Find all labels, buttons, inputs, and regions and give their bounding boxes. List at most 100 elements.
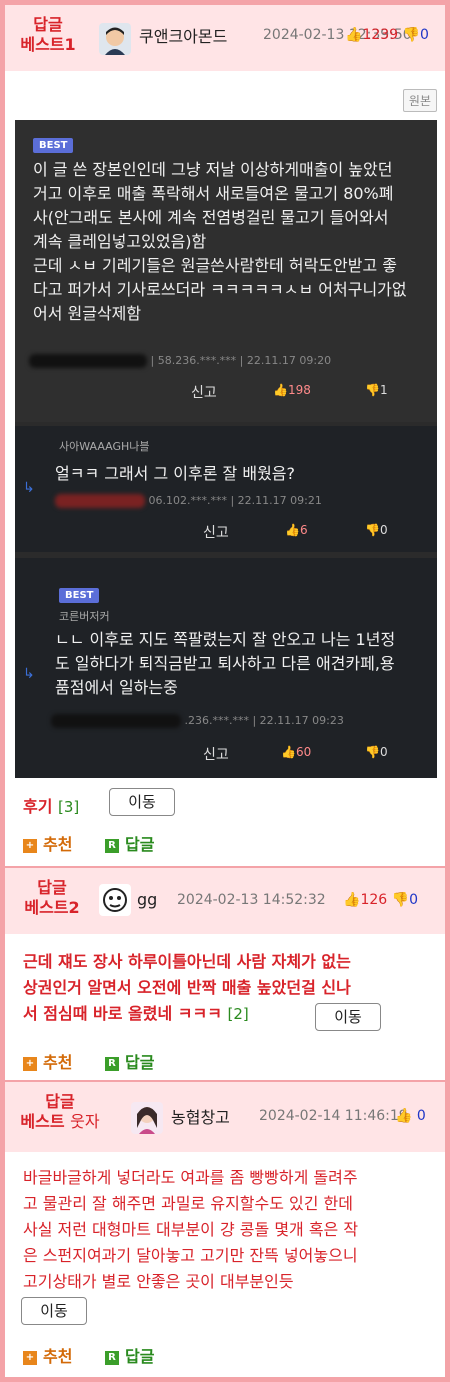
avatar[interactable] <box>99 884 131 916</box>
vote-counts: 👍 0 <box>395 1108 426 1124</box>
comment-header: 답글 베스트2 gg 2024-02-13 14:52:32 👍126 👎0 <box>5 868 445 934</box>
recommend-button[interactable]: + 추천 <box>23 1049 72 1073</box>
dislike-count: 0 <box>379 523 388 537</box>
vote-counts: 👍1239 👎0 <box>345 27 429 43</box>
plus-icon: + <box>23 838 37 853</box>
reply-item: ↳ BEST 코른버저커 ㄴㄴ 이후로 지도 쪽팔렸는지 잘 안오고 나는 1년… <box>15 558 437 778</box>
thumbs-down-icon: 👎 <box>365 383 380 397</box>
reply-meta: .236.***.*** | 22.11.17 09:23 <box>51 714 344 728</box>
nickname[interactable]: 농협창고 <box>171 1104 230 1128</box>
body-line: 계속 클레임넣고있었음)함 <box>33 232 207 251</box>
comment-header: 답글 베스트1 쿠앤크아몬드 2024-02-13 12:39:50 👍1239… <box>5 5 445 71</box>
label-line: 답글 <box>33 15 63 34</box>
body-line: 고 물관리 잘 해주면 과밀로 유지할수도 있긴 한데 <box>23 1194 354 1213</box>
thumbs-up-icon: 👍 <box>281 745 296 759</box>
body-line: ㄴㄴ 이후로 지도 쪽팔렸는지 잘 안오고 나는 1년정 <box>55 630 396 649</box>
reply-r-icon: R <box>105 1056 119 1071</box>
nickname[interactable]: gg <box>137 890 157 909</box>
dislike-button[interactable]: 👎1 <box>365 383 388 397</box>
label-sub: 웃자 <box>70 1112 100 1131</box>
thumbs-up-icon[interactable]: 👍 <box>395 1108 412 1124</box>
label-line: 베스트 웃자 <box>15 1112 105 1132</box>
comment-meta: | 58.236.***.*** | 22.11.17 09:20 <box>29 354 331 368</box>
best-label: 답글 베스트1 <box>13 15 83 55</box>
timestamp: 2024-02-14 11:46:19 <box>259 1108 408 1124</box>
label-line: 답글 <box>45 1092 75 1111</box>
redacted-mark <box>51 714 181 728</box>
reply-body: 얼ㅋㅋ 그래서 그 이후론 잘 배웠음? <box>55 462 425 486</box>
body-line: 근데 ㅅㅂ 기레기들은 원글쓴사람한테 허락도안받고 좋 <box>33 256 397 275</box>
reply-author: 사아WAAAGH나블 <box>59 440 150 453</box>
body-line: 품점에서 일하는중 <box>55 678 178 697</box>
avatar[interactable] <box>131 1102 163 1134</box>
body-line: 어서 원글삭제함 <box>33 304 142 323</box>
body-line: 바글바글하게 넣더라도 여과를 좀 빵빵하게 돌려주 <box>23 1168 358 1187</box>
reply-item: ↳ 사아WAAAGH나블 얼ㅋㅋ 그래서 그 이후론 잘 배웠음? 06.102… <box>15 426 437 552</box>
meta-text: 06.102.***.*** | 22.11.17 09:21 <box>148 494 322 507</box>
nickname[interactable]: 쿠앤크아몬드 <box>139 23 227 47</box>
body-line: 상권인거 알면서 오전에 반짝 매출 높았던걸 신나 <box>23 978 351 997</box>
comment-body: 바글바글하게 넣더라도 여과를 좀 빵빵하게 돌려주 고 물관리 잘 해주면 과… <box>23 1165 437 1295</box>
reply-arrow-icon: ↳ <box>23 480 35 496</box>
like-button[interactable]: 👍198 <box>273 383 311 397</box>
like-button[interactable]: 👍60 <box>281 745 311 759</box>
up-count: 1239 <box>362 27 399 43</box>
dislike-count: 0 <box>379 745 388 759</box>
body-line: 서 점심때 바로 올렸네 ㅋㅋㅋ <box>23 1004 222 1023</box>
reply-author: 코른버저커 <box>59 610 110 623</box>
recommend-button[interactable]: + 추천 <box>23 831 72 855</box>
hugi-link[interactable]: 후기 [3] <box>23 793 79 817</box>
body-line: 사실 저런 대형마트 대부분이 걍 콩돌 몇개 혹은 작 <box>23 1220 359 1239</box>
recommend-label: 추천 <box>43 1053 73 1072</box>
thumbs-up-icon[interactable]: 👍 <box>345 27 362 43</box>
dislike-button[interactable]: 👎0 <box>365 523 388 537</box>
plus-icon: + <box>23 1056 37 1071</box>
thumbs-down-icon[interactable]: 👎 <box>403 27 420 43</box>
move-button[interactable]: 이동 <box>315 1003 381 1031</box>
comment-header: 답글 베스트 웃자 농협창고 2024-02-14 11:46:19 👍 0 <box>5 1082 445 1152</box>
body-line: 이 글 쓴 장본인인데 그냥 저날 이상하게매출이 높았던 <box>33 160 393 179</box>
like-count: 6 <box>299 523 308 537</box>
move-button[interactable]: 이동 <box>21 1297 87 1325</box>
like-count: 198 <box>287 383 311 397</box>
reply-label: 답글 <box>125 835 155 854</box>
best-badge: BEST <box>33 138 74 153</box>
recommend-button[interactable]: + 추천 <box>23 1343 72 1367</box>
avatar[interactable] <box>99 23 131 55</box>
vote-counts: 👍126 👎0 <box>343 892 418 908</box>
recommend-label: 추천 <box>43 835 73 854</box>
reply-button[interactable]: R 답글 <box>105 1343 154 1367</box>
comment-body: 이 글 쓴 장본인인데 그냥 저날 이상하게매출이 높았던 거고 이후로 매출 … <box>33 158 433 326</box>
down-count: 0 <box>419 27 429 43</box>
thumbs-down-icon[interactable]: 👎 <box>392 892 409 908</box>
dislike-button[interactable]: 👎0 <box>365 745 388 759</box>
move-button[interactable]: 이동 <box>109 788 175 816</box>
redacted-mark <box>55 494 145 508</box>
thumbs-up-icon[interactable]: 👍 <box>343 892 360 908</box>
hugi-label: 후기 <box>23 797 53 816</box>
reply-button[interactable]: R 답글 <box>105 1049 154 1073</box>
reply-body: ㄴㄴ 이후로 지도 쪽팔렸는지 잘 안오고 나는 1년정 도 일하다가 퇴직금받… <box>55 628 435 700</box>
reply-r-icon: R <box>105 1350 119 1365</box>
reply-button[interactable]: R 답글 <box>105 831 154 855</box>
dislike-count: 1 <box>379 383 388 397</box>
label-line: 답글 <box>37 878 67 897</box>
thumbs-down-icon: 👎 <box>365 523 380 537</box>
label-line: 베스트1 <box>20 35 76 54</box>
reply-meta: 06.102.***.*** | 22.11.17 09:21 <box>55 494 322 508</box>
best-label: 답글 베스트 웃자 <box>15 1092 105 1132</box>
original-button[interactable]: 원본 <box>402 89 437 112</box>
body-line: 은 스펀지여과기 달아놓고 고기만 잔뜩 넣어놓으니 <box>23 1246 358 1265</box>
like-button[interactable]: 👍6 <box>285 523 308 537</box>
body-line: 사(안그래도 본사에 계속 전염병걸린 물고기 들어와서 <box>33 208 389 227</box>
thumbs-down-icon: 👎 <box>365 745 380 759</box>
body-line: 근데 쟤도 장사 하루이틀아닌데 사람 자체가 없는 <box>23 952 351 971</box>
original-comment: BEST 이 글 쓴 장본인인데 그냥 저날 이상하게매출이 높았던 거고 이후… <box>15 120 437 422</box>
report-button[interactable]: 신고 <box>203 522 229 542</box>
reply-label: 답글 <box>125 1053 155 1072</box>
report-button[interactable]: 신고 <box>203 744 229 764</box>
down-count: 0 <box>409 892 418 908</box>
report-button[interactable]: 신고 <box>191 382 217 402</box>
best-badge: BEST <box>59 588 100 603</box>
like-count: 60 <box>295 745 312 759</box>
